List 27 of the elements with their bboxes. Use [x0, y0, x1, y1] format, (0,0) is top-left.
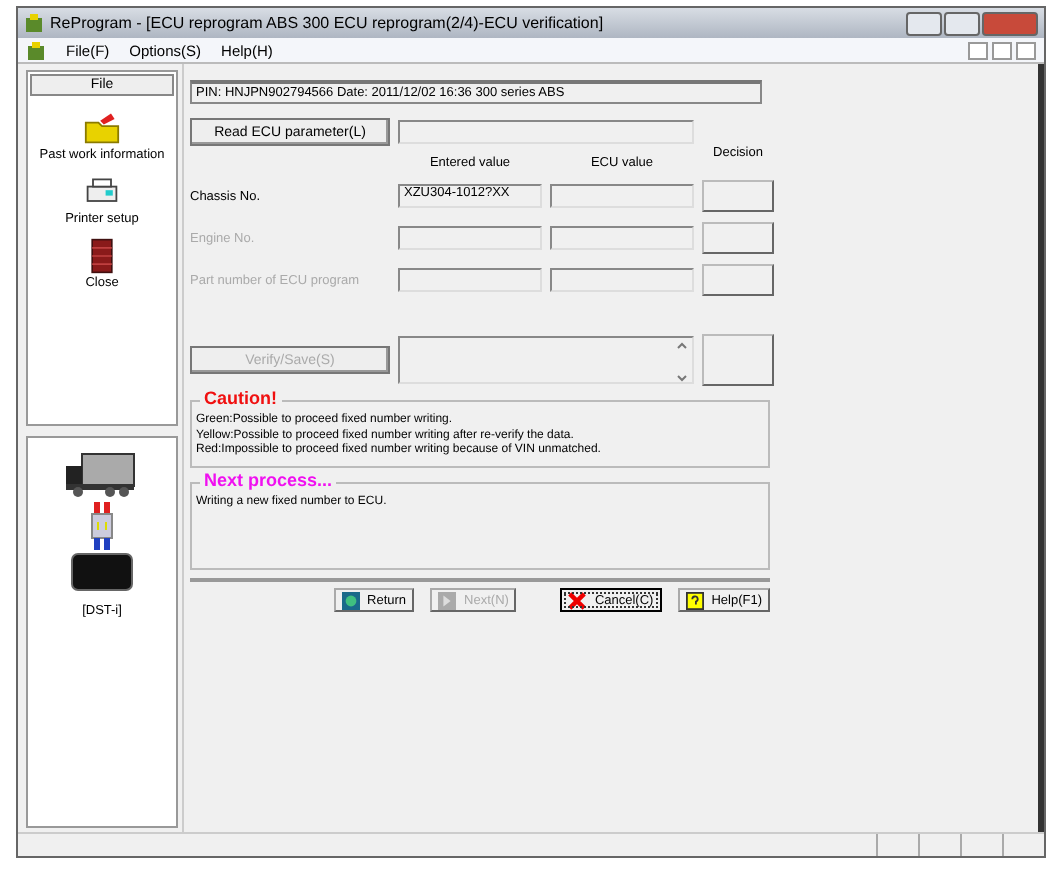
- folder-icon: [84, 110, 120, 146]
- ecu-value-field[interactable]: [550, 268, 694, 292]
- help-icon: [685, 591, 704, 609]
- window-title: ReProgram - [ECU reprogram ABS 300 ECU reprogram(2/4)-ECU verification]: [50, 14, 606, 32]
- next-process-title: Next process...: [200, 470, 337, 490]
- decision-indicator: [702, 264, 774, 296]
- app-icon: [26, 41, 46, 59]
- ecu-value-field[interactable]: [550, 184, 694, 208]
- caution-title: Caution!: [200, 388, 281, 408]
- close-button[interactable]: [1016, 41, 1036, 59]
- close-button[interactable]: [982, 11, 1038, 35]
- decision-indicator: [702, 180, 774, 212]
- decision-indicator: [702, 222, 774, 254]
- entered-value-field[interactable]: [398, 268, 542, 292]
- result-text-area[interactable]: [398, 336, 694, 384]
- arrow-icon: [438, 591, 457, 609]
- decision-indicator: [702, 334, 774, 386]
- globe-icon: [341, 591, 360, 609]
- app-icon: [24, 13, 44, 33]
- ecu-value-field[interactable]: [550, 226, 694, 250]
- maximize-button[interactable]: [944, 11, 980, 35]
- cross-icon: [568, 591, 587, 609]
- minimize-button[interactable]: [906, 11, 942, 35]
- entered-value-field[interactable]: [398, 226, 542, 250]
- scrollbar[interactable]: [676, 342, 688, 382]
- minimize-button[interactable]: [968, 41, 988, 59]
- restore-button[interactable]: [992, 41, 1012, 59]
